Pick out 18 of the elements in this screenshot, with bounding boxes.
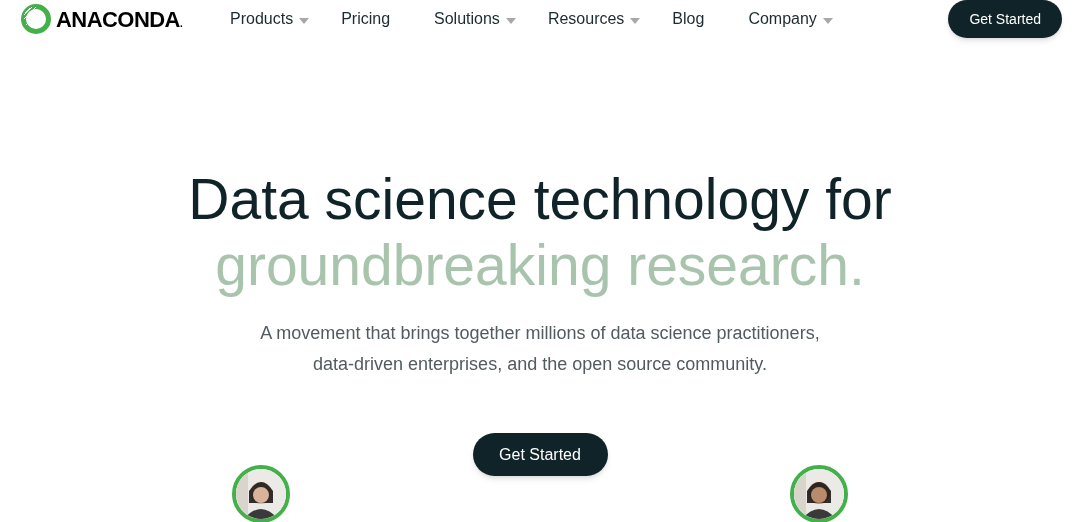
- nav-link[interactable]: Company: [748, 7, 833, 31]
- logo-icon: [20, 3, 52, 35]
- caret-icon: [299, 18, 310, 24]
- nav-link[interactable]: Blog: [672, 7, 705, 31]
- caret-icon: [630, 18, 641, 24]
- get-started-button[interactable]: Get Started: [948, 0, 1062, 38]
- nav-link[interactable]: Resources: [547, 7, 641, 31]
- subtitle: A movement that brings together millions of data science practitioners,: [260, 322, 820, 345]
- get-started-button[interactable]: Get Started: [472, 433, 608, 476]
- nav-link[interactable]: Solutions: [434, 7, 516, 31]
- logo-text[interactable]: ANACONDA.: [56, 2, 183, 36]
- caret-icon: [505, 18, 516, 24]
- subtitle: data-driven enterprises, and the open source community.: [313, 353, 767, 376]
- headline-faded: groundbreaking research.: [215, 232, 865, 298]
- nav-link[interactable]: Products: [230, 7, 310, 31]
- headline: Data science technology for: [188, 166, 892, 232]
- nav-link[interactable]: Pricing: [341, 7, 391, 31]
- caret-icon: [822, 18, 833, 24]
